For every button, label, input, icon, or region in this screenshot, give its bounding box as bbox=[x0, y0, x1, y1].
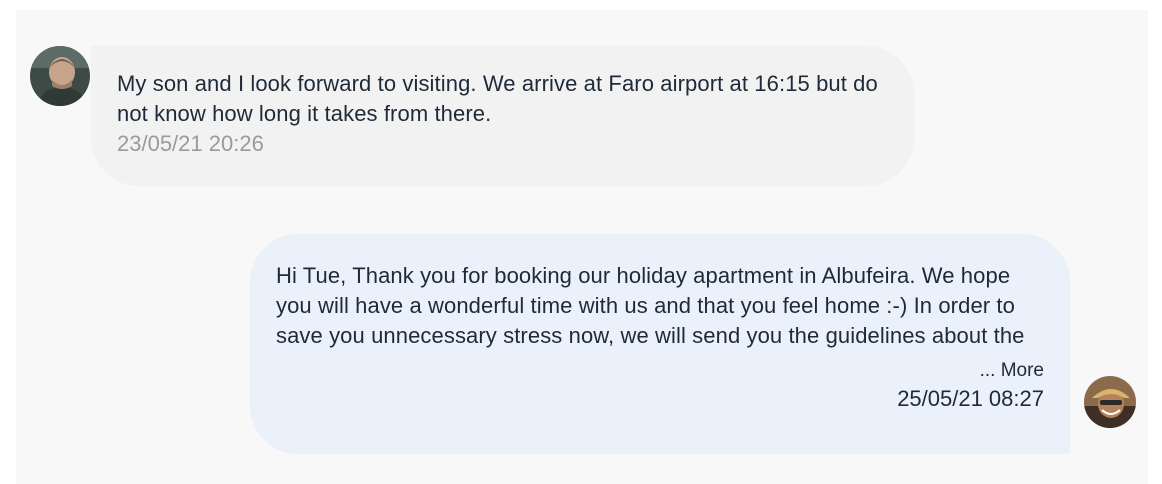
host-message-timestamp: 25/05/21 08:27 bbox=[897, 386, 1044, 411]
host-avatar-image bbox=[1084, 376, 1136, 428]
guest-message-bubble: My son and I look forward to visiting. W… bbox=[91, 46, 914, 186]
host-message-truncated: Hi Tue, Thank you for booking our holida… bbox=[276, 261, 1044, 353]
host-avatar[interactable] bbox=[1084, 376, 1136, 428]
more-link[interactable]: ... More bbox=[276, 358, 1044, 384]
host-message-bubble: Hi Tue, Thank you for booking our holida… bbox=[250, 234, 1070, 454]
guest-avatar-image bbox=[30, 46, 90, 106]
guest-avatar[interactable] bbox=[30, 46, 90, 106]
guest-message-timestamp: 23/05/21 20:26 bbox=[117, 131, 264, 156]
guest-message-text: My son and I look forward to visiting. W… bbox=[117, 71, 878, 126]
host-message-text: Hi Tue, Thank you for booking our holida… bbox=[276, 263, 1025, 348]
